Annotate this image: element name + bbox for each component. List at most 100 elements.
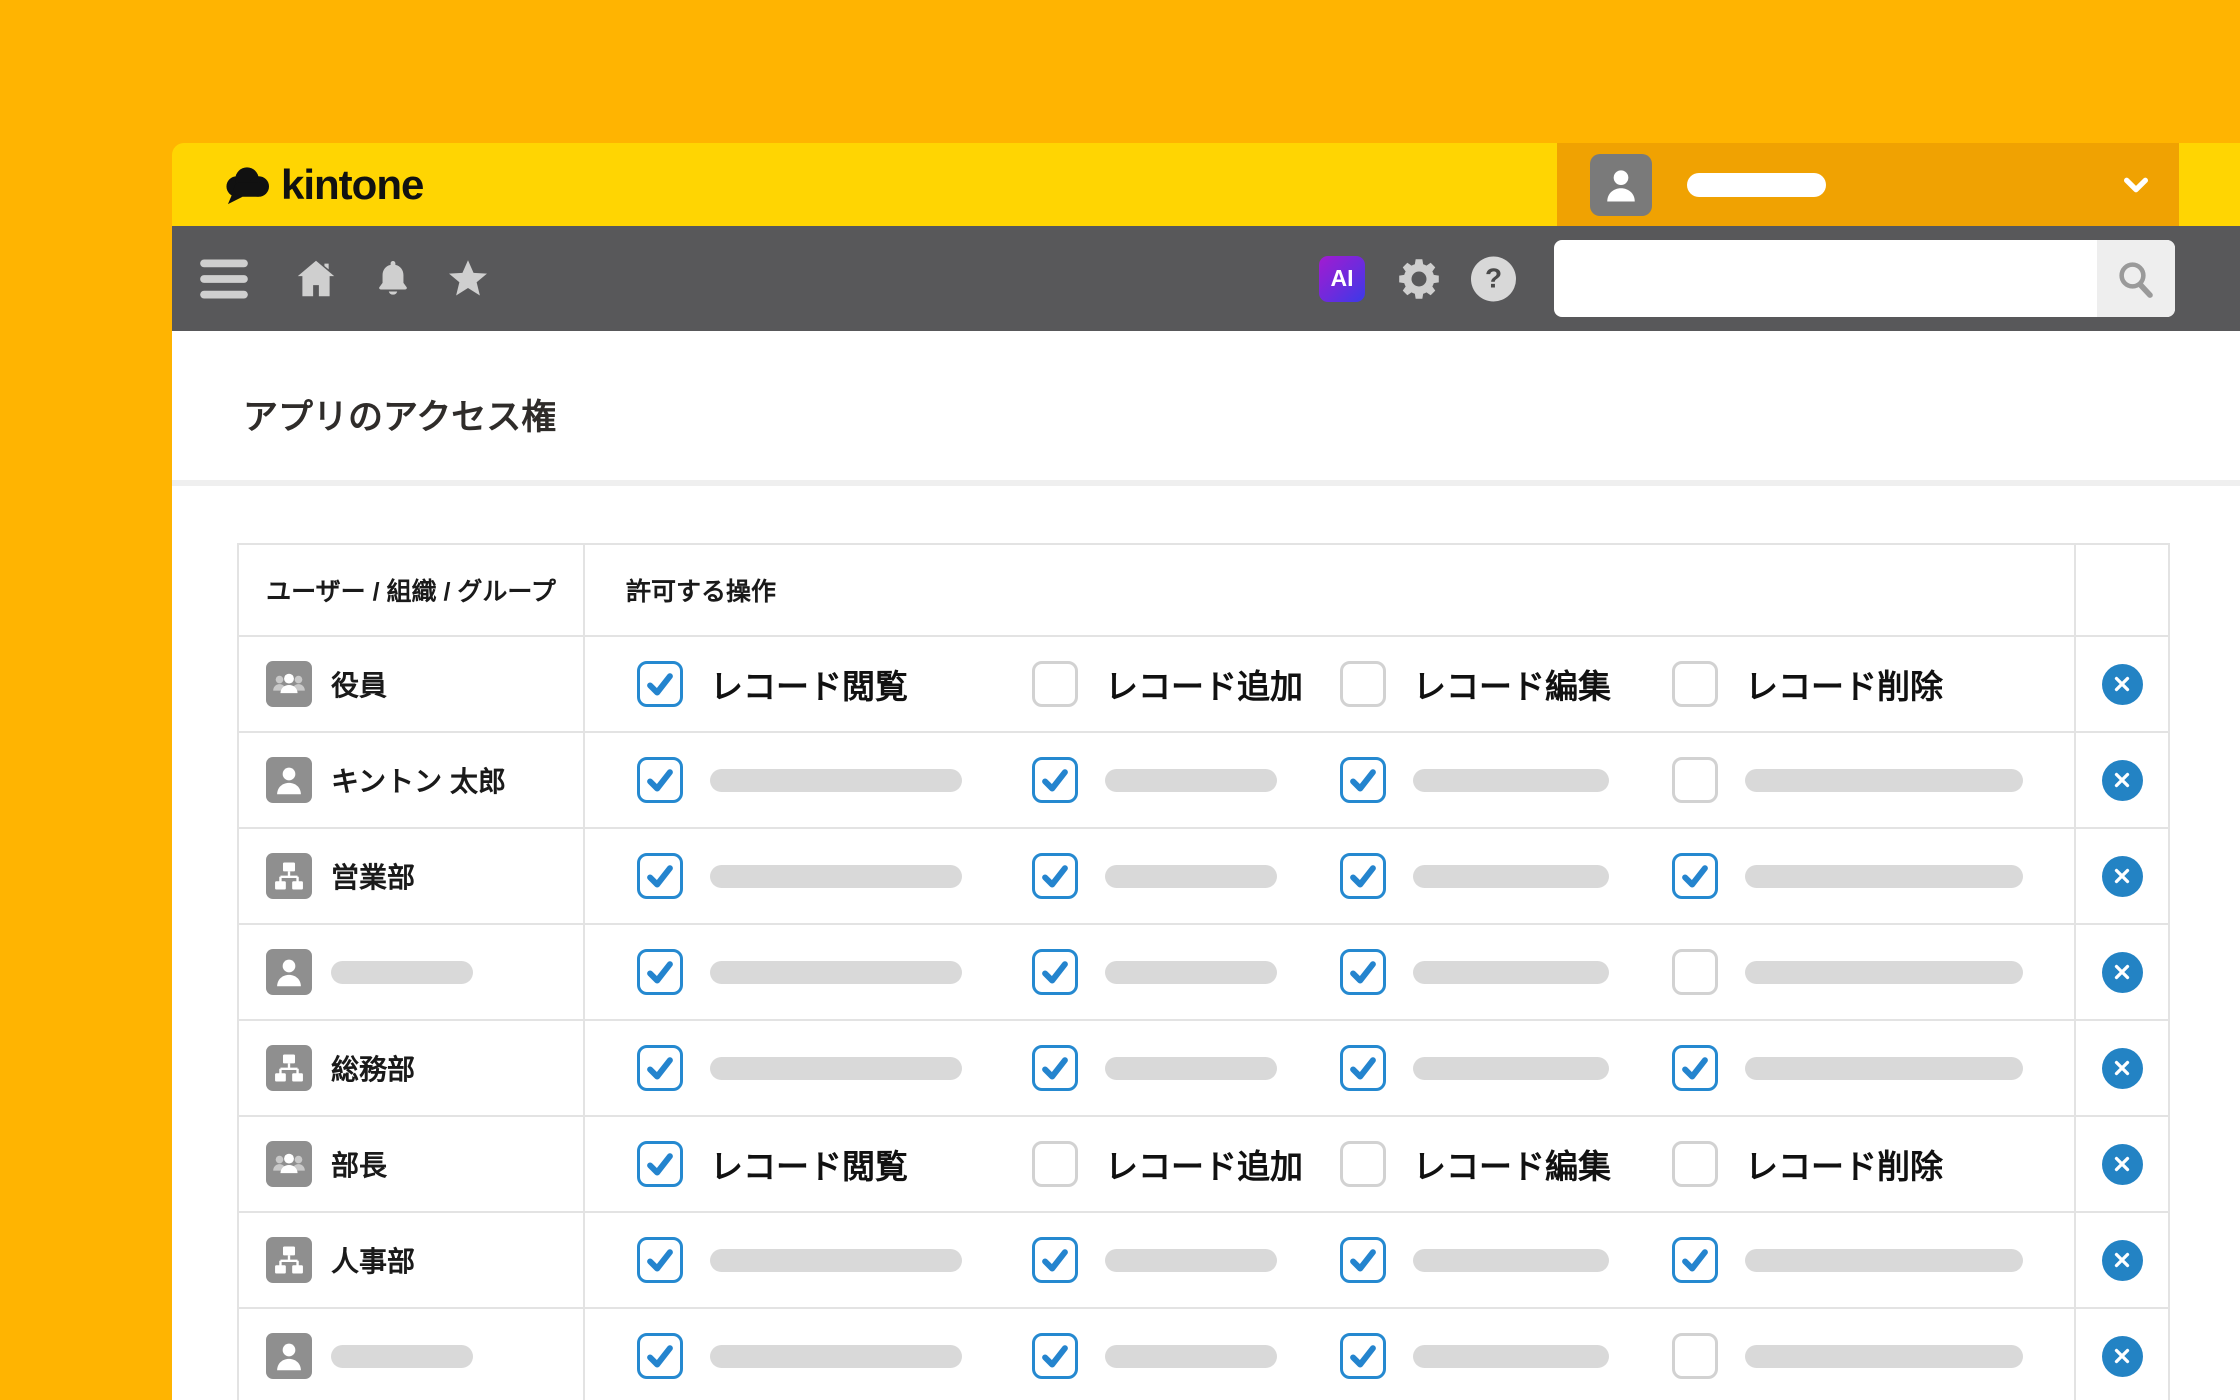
permission-checkbox[interactable] [1672, 661, 1718, 707]
remove-row-button[interactable] [2102, 1048, 2143, 1089]
remove-row-button[interactable] [2102, 952, 2143, 993]
permission-checkbox[interactable] [1032, 1333, 1078, 1379]
permission-checkbox[interactable] [1672, 1045, 1718, 1091]
permission-label: レコード削除 [1745, 660, 1943, 708]
gear-icon[interactable] [1394, 254, 1444, 304]
close-icon [2111, 673, 2133, 695]
permission-checkbox[interactable] [1340, 949, 1386, 995]
permission-record-delete [1672, 1213, 2023, 1307]
operations-cell: レコード閲覧 レコード追加 レコード編集 レコード削除 [585, 1117, 2076, 1211]
permission-label: レコード追加 [1105, 1140, 1303, 1188]
notifications-bell-icon[interactable] [371, 255, 415, 303]
kintone-logo[interactable]: kintone [221, 143, 423, 226]
favorites-star-icon[interactable] [444, 256, 492, 302]
entity-cell [239, 1309, 585, 1400]
search-button[interactable] [2097, 240, 2175, 317]
user-menu[interactable] [1557, 143, 2179, 226]
hamburger-menu-icon[interactable] [198, 257, 250, 301]
remove-row-button[interactable] [2102, 1144, 2143, 1185]
search-icon [2115, 258, 2157, 300]
permission-checkbox[interactable] [1340, 1141, 1386, 1187]
search-input[interactable] [1554, 240, 2097, 317]
permission-record-add [1032, 1213, 1277, 1307]
redacted-label-placeholder [1745, 961, 2023, 984]
permission-checkbox[interactable] [1032, 1141, 1078, 1187]
permission-checkbox[interactable] [637, 757, 683, 803]
permission-checkbox[interactable] [1340, 1237, 1386, 1283]
redacted-label-placeholder [1105, 1249, 1277, 1272]
entity-name: 人事部 [331, 1240, 415, 1280]
entity-name: キントン 太郎 [331, 760, 506, 800]
redacted-label-placeholder [1105, 1057, 1277, 1080]
permission-checkbox[interactable] [1672, 949, 1718, 995]
redacted-label-placeholder [1413, 769, 1609, 792]
content-area: アプリのアクセス権 ユーザー / 組織 / グループ 許可する操作 [172, 331, 2240, 1400]
entity-cell: キントン 太郎 [239, 733, 585, 827]
remove-row-button[interactable] [2102, 1336, 2143, 1377]
permission-record-view: レコード閲覧 [637, 1117, 908, 1211]
remove-row-button[interactable] [2102, 1240, 2143, 1281]
permission-record-delete: レコード削除 [1672, 637, 1943, 731]
permission-checkbox[interactable] [1032, 1237, 1078, 1283]
table-row: 総務部 [239, 1021, 2168, 1117]
permission-checkbox[interactable] [637, 1237, 683, 1283]
redacted-label-placeholder [710, 865, 962, 888]
operations-cell [585, 1021, 2076, 1115]
permission-checkbox[interactable] [637, 661, 683, 707]
close-icon [2111, 1057, 2133, 1079]
permission-checkbox[interactable] [1340, 853, 1386, 899]
permission-record-add [1032, 925, 1277, 1019]
permission-checkbox[interactable] [1032, 757, 1078, 803]
organization-icon [266, 1045, 312, 1091]
permission-checkbox[interactable] [1032, 1045, 1078, 1091]
permission-checkbox[interactable] [1340, 661, 1386, 707]
remove-row-button[interactable] [2102, 664, 2143, 705]
table-body: 役員 レコード閲覧 レコード追加 レコード編集 レコード削除 [239, 637, 2168, 1400]
organization-icon [266, 1237, 312, 1283]
redacted-username-placeholder [1687, 173, 1826, 197]
permission-record-delete [1672, 829, 2023, 923]
permissions-table: ユーザー / 組織 / グループ 許可する操作 [237, 543, 2170, 1400]
avatar [1590, 154, 1652, 216]
permission-record-add: レコード追加 [1032, 637, 1303, 731]
permission-checkbox[interactable] [637, 1333, 683, 1379]
entity-cell: 部長 [239, 1117, 585, 1211]
redacted-label-placeholder [1105, 865, 1277, 888]
permission-checkbox[interactable] [637, 1045, 683, 1091]
permission-checkbox[interactable] [1672, 1333, 1718, 1379]
column-header-actions [2076, 545, 2168, 635]
permission-label: レコード編集 [1413, 660, 1611, 708]
entity-cell: 役員 [239, 637, 585, 731]
table-row: キントン 太郎 [239, 733, 2168, 829]
help-icon[interactable]: ? [1471, 256, 1516, 301]
table-row [239, 1309, 2168, 1400]
close-icon [2111, 1345, 2133, 1367]
permission-checkbox[interactable] [1032, 949, 1078, 995]
entity-name: 部長 [331, 1144, 387, 1184]
actions-cell [2076, 1309, 2168, 1400]
permission-checkbox[interactable] [1672, 1237, 1718, 1283]
permission-label: レコード削除 [1745, 1140, 1943, 1188]
ai-badge[interactable]: AI [1319, 256, 1365, 302]
close-icon [2111, 1153, 2133, 1175]
permission-checkbox[interactable] [1672, 1141, 1718, 1187]
global-search [1554, 240, 2175, 317]
permission-checkbox[interactable] [1672, 757, 1718, 803]
permission-checkbox[interactable] [1032, 853, 1078, 899]
toolbar: AI ? [172, 226, 2240, 331]
permission-checkbox[interactable] [1340, 1333, 1386, 1379]
home-icon[interactable] [292, 256, 340, 302]
actions-cell [2076, 1021, 2168, 1115]
permission-checkbox[interactable] [1672, 853, 1718, 899]
permission-checkbox[interactable] [637, 949, 683, 995]
permission-checkbox[interactable] [637, 1141, 683, 1187]
remove-row-button[interactable] [2102, 856, 2143, 897]
permission-checkbox[interactable] [637, 853, 683, 899]
redacted-name-placeholder [331, 961, 473, 984]
remove-row-button[interactable] [2102, 760, 2143, 801]
permission-checkbox[interactable] [1340, 757, 1386, 803]
permission-checkbox[interactable] [1340, 1045, 1386, 1091]
permission-checkbox[interactable] [1032, 661, 1078, 707]
redacted-label-placeholder [1745, 1249, 2023, 1272]
group-icon [266, 661, 312, 707]
